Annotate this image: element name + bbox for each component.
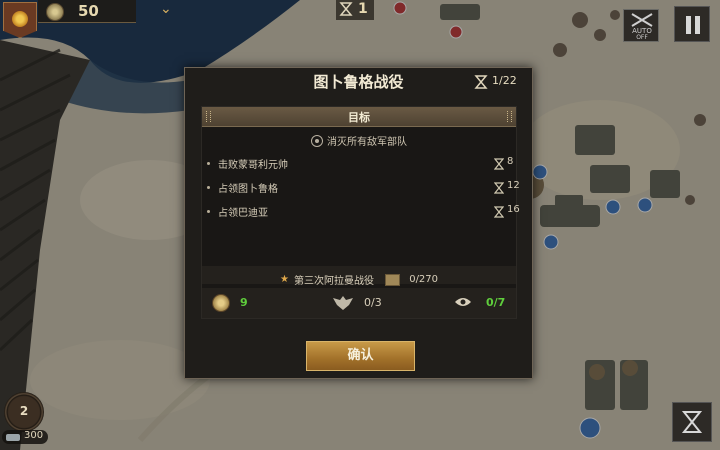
sub-objective-label: 占领图卜鲁格 [218,184,278,195]
header-ornament-right [507,111,512,122]
campaign-progress-value: 0/270 [409,274,439,285]
auto-state: OFF [636,34,648,41]
coin-icon [212,294,230,312]
coin-icon [46,3,64,21]
main-objective-label: 消灭所有敌军部队 [327,137,407,148]
turn-limit-value: 1/22 [492,74,517,87]
star-icon: ★ [279,274,289,285]
hourglass-icon [494,158,504,170]
campaign-objectives-dialog: 图卜鲁格战役 1/22 目标 消灭所有敌军部队 击败蒙哥利元帅 8 占领图卜鲁格 [184,67,533,379]
hourglass-icon [494,182,504,194]
main-objective: 消灭所有敌军部队 [202,130,516,150]
sun-emblem-icon [12,11,28,27]
sub-objective-label: 击败蒙哥利元帅 [218,160,288,171]
hourglass-icon [494,206,504,218]
hourglass-icon [474,75,488,89]
turn-counter: 1 [336,0,374,20]
resource-counter: 300 [2,430,48,444]
bullet [207,186,210,189]
supply-crate-icon [385,273,401,286]
medal-reward-value: 0/3 [364,296,382,309]
chevron-down-icon[interactable]: ⌄ [160,1,172,17]
objectives-header: 目标 [202,107,516,127]
eye-icon [455,298,471,306]
list-item: 占领巴迪亚 16 [202,200,520,224]
coin-reward-value: 9 [240,296,248,309]
rewards-bar: 9 0/3 0/7 [202,288,516,318]
campaign-label: 第三次阿拉曼战役 [294,276,375,287]
sub-objective-label: 占领巴迪亚 [218,208,268,219]
sub-objective-turns: 12 [507,180,520,191]
turn-value: 1 [358,1,368,17]
objectives-header-label: 目标 [348,111,370,124]
faction-emblem[interactable] [3,2,37,38]
bullet [207,162,210,165]
sub-objectives: 击败蒙哥利元帅 8 占领图卜鲁格 12 占领巴迪亚 16 [202,152,520,224]
commander-level: 2 [19,404,29,418]
list-item: 击败蒙哥利元帅 8 [202,152,516,176]
intel-reward-value: 0/7 [486,296,506,309]
objectives-panel: 目标 消灭所有敌军部队 击败蒙哥利元帅 8 占领图卜鲁格 12 占领巴迪亚 16… [201,106,520,319]
target-icon [311,134,323,147]
hourglass-icon [339,2,353,16]
resource-value: 300 [24,430,44,441]
auto-battle-button[interactable]: AUTO OFF [623,9,659,42]
turn-limit: 1/22 [474,74,526,92]
hourglass-icon [681,411,703,433]
confirm-button[interactable]: 确认 [306,341,415,371]
resource-icon [6,434,20,441]
commander-badge[interactable]: 2 [4,392,44,432]
coin-counter[interactable]: 50 ⌄ [38,0,172,23]
list-item: 占领图卜鲁格 12 [202,176,520,200]
coin-value: 50 [78,2,99,20]
sub-objective-turns: 16 [507,204,520,215]
bullet [207,210,210,213]
sub-objective-turns: 8 [507,156,514,167]
winged-emblem-icon [333,296,353,310]
campaign-progress: ★ 第三次阿拉曼战役 0/270 [202,266,516,287]
pause-button[interactable] [674,6,710,42]
end-turn-button[interactable] [672,402,712,442]
